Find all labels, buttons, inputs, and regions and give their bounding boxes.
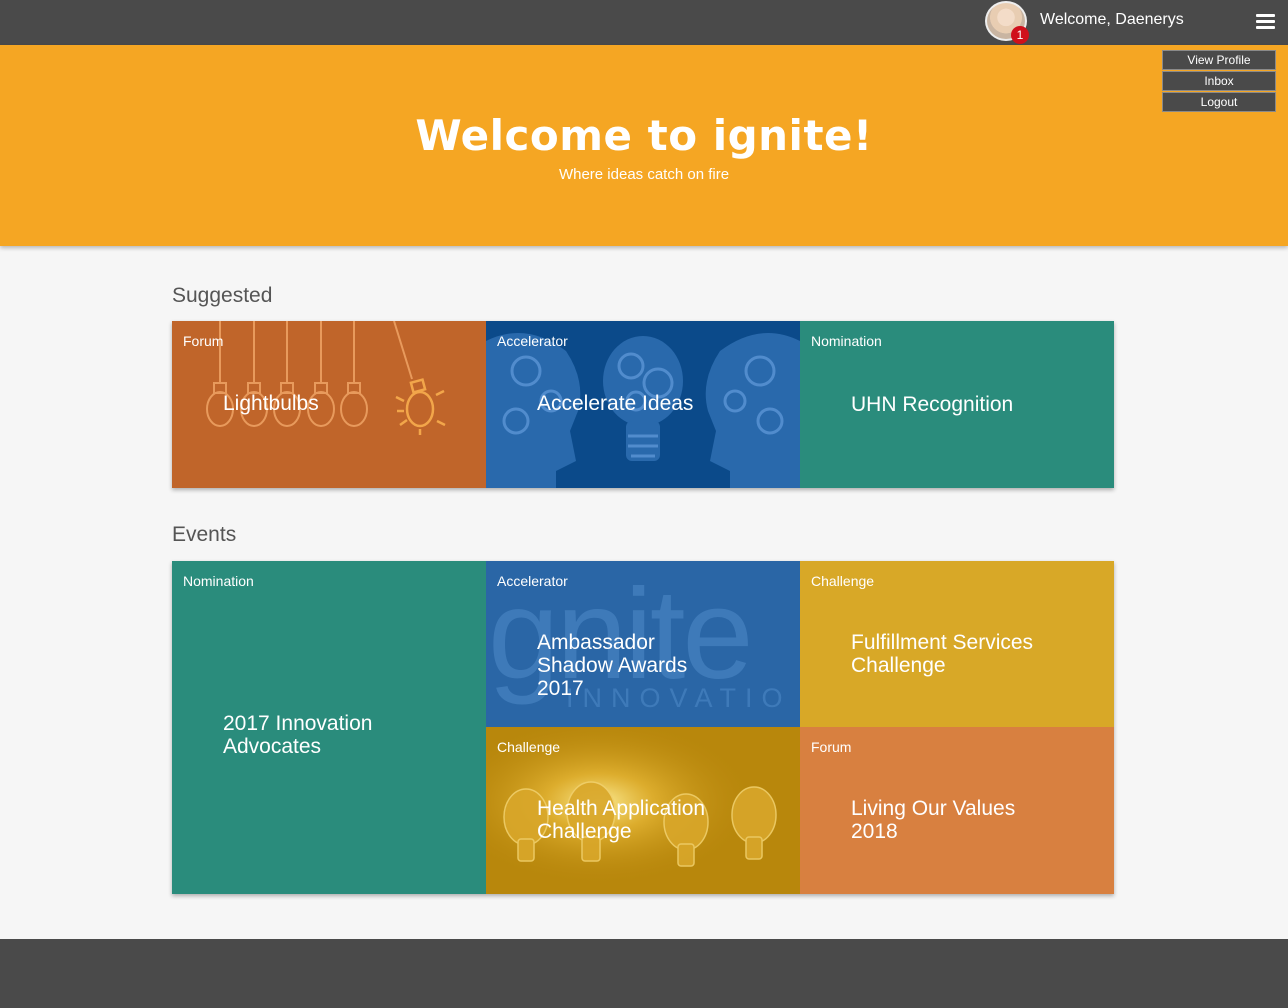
tile-title: Lightbulbs	[223, 392, 319, 415]
tile-tag: Forum	[183, 333, 224, 349]
tile-ambassador-shadow-awards[interactable]: gnite INNOVATIO Accelerator Ambassador S…	[486, 561, 800, 727]
tile-fulfillment-services[interactable]: Challenge Fulfillment Services Challenge	[800, 561, 1114, 727]
tile-health-application[interactable]: Challenge Health Application Challenge	[486, 727, 800, 894]
tile-tag: Challenge	[811, 573, 875, 589]
inbox-menu-item[interactable]: Inbox	[1162, 71, 1276, 91]
tile-title: Living Our Values 2018	[851, 797, 1016, 843]
tile-tag: Forum	[811, 739, 852, 755]
tile-title: UHN Recognition	[851, 393, 1014, 416]
tile-accelerate-ideas[interactable]: Accelerator Accelerate Ideas	[486, 321, 800, 488]
tile-title: Ambassador Shadow Awards 2017	[537, 631, 688, 700]
hero-title: Welcome to ignite!	[415, 111, 873, 160]
user-menu-dropdown: View Profile Inbox Logout	[1162, 50, 1276, 113]
tile-title: Fulfillment Services Challenge	[851, 631, 1034, 677]
tile-tag: Accelerator	[497, 333, 568, 349]
logout-menu-item[interactable]: Logout	[1162, 92, 1276, 112]
events-tiles: Nomination 2017 Innovation Advocates gni…	[172, 561, 1114, 894]
hamburger-menu-icon[interactable]	[1256, 14, 1275, 30]
view-profile-menu-item[interactable]: View Profile	[1162, 50, 1276, 70]
tile-living-our-values[interactable]: Forum Living Our Values 2018	[800, 727, 1114, 894]
tile-innovation-advocates[interactable]: Nomination 2017 Innovation Advocates	[172, 561, 486, 894]
tile-tag: Nomination	[183, 573, 254, 589]
tile-tag: Challenge	[497, 739, 561, 755]
hero-banner: Welcome to ignite! Where ideas catch on …	[0, 45, 1288, 246]
events-section-title: Events	[172, 523, 237, 546]
tile-title: Health Application Challenge	[537, 797, 706, 843]
tile-tag: Accelerator	[497, 573, 568, 589]
suggested-section-title: Suggested	[172, 284, 273, 307]
welcome-user-text: Welcome, Daenerys	[1040, 11, 1184, 28]
tile-lightbulbs[interactable]: Forum Lightbulbs	[172, 321, 486, 488]
tile-uhn-recognition[interactable]: Nomination UHN Recognition	[800, 321, 1114, 488]
tile-tag: Nomination	[811, 333, 882, 349]
notification-badge[interactable]: 1	[1011, 26, 1029, 44]
tile-title: 2017 Innovation Advocates	[223, 712, 373, 758]
suggested-tiles: Forum Lightbulbs Accelerator Accelerate …	[172, 321, 1114, 488]
tile-title: Accelerate Ideas	[537, 392, 694, 415]
top-bar: 1 Welcome, Daenerys	[0, 0, 1288, 45]
hero-subtitle: Where ideas catch on fire	[558, 166, 730, 183]
footer	[0, 939, 1288, 1008]
